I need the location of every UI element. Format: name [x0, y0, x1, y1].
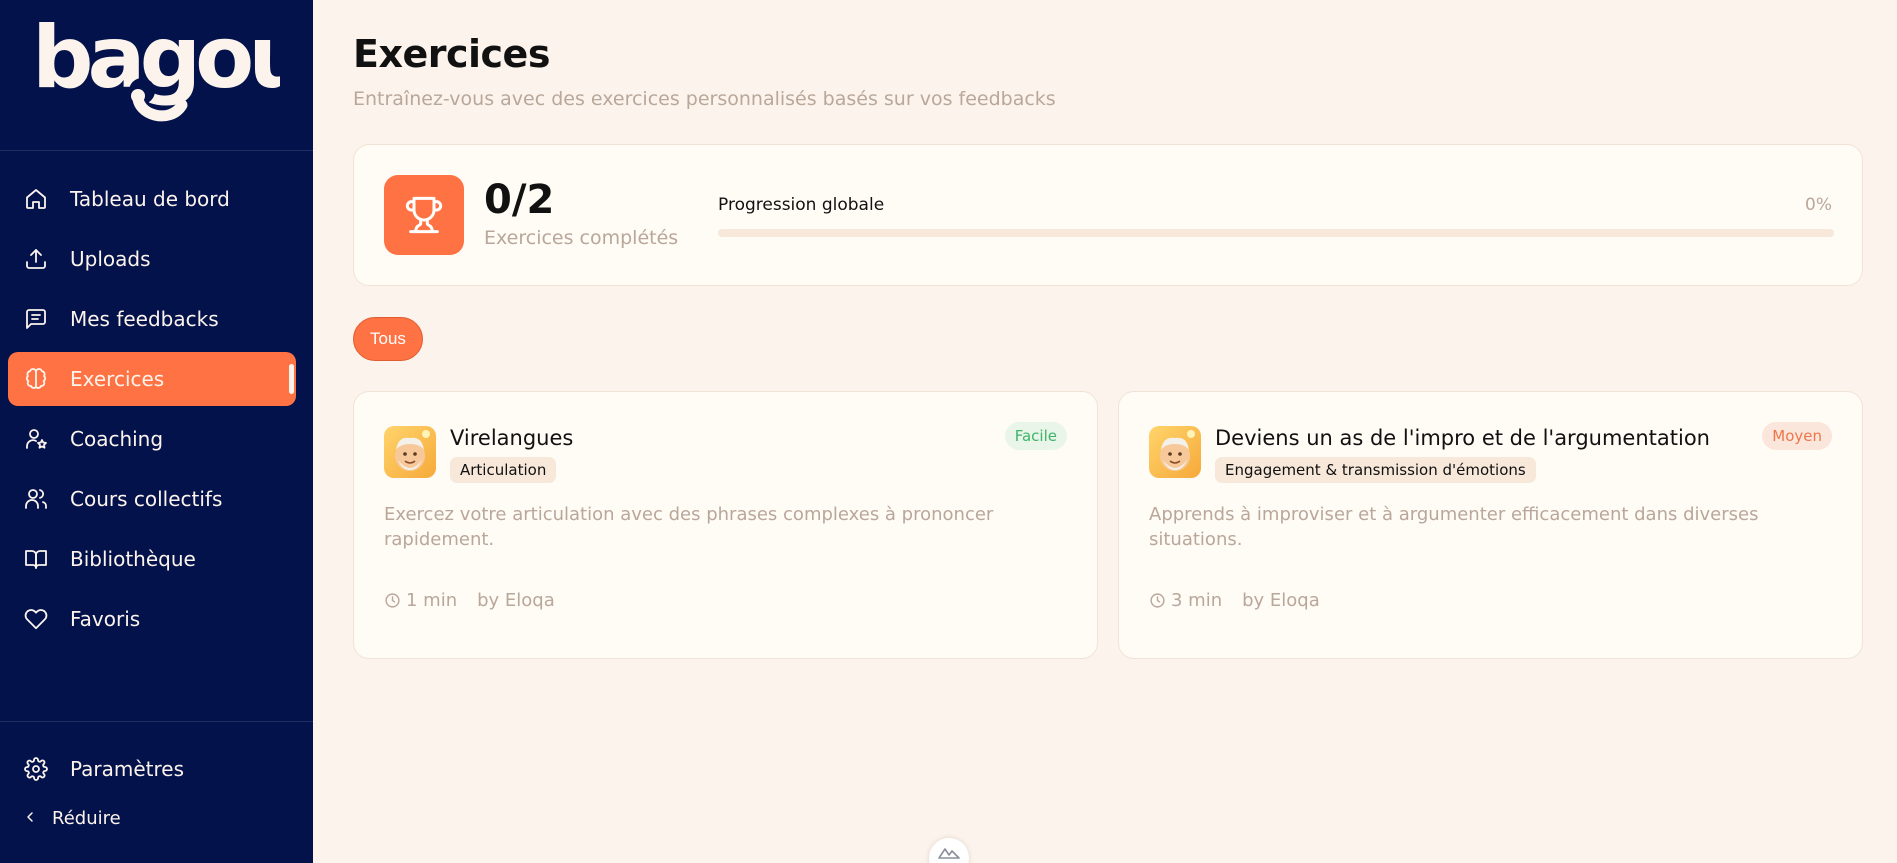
home-icon: [22, 185, 50, 213]
book-open-icon: [22, 545, 50, 573]
exercise-duration: 3 min: [1171, 590, 1223, 611]
devtools-toggle-button[interactable]: [929, 838, 969, 863]
upload-icon: [22, 245, 50, 273]
exercise-description: Exercez votre articulation avec des phra…: [384, 504, 994, 550]
sidebar-item-dashboard[interactable]: Tableau de bord: [8, 172, 296, 226]
message-square-icon: [22, 305, 50, 333]
sidebar-item-uploads[interactable]: Uploads: [8, 232, 296, 286]
mountain-logo-icon: [938, 844, 960, 863]
sidebar-item-exercices[interactable]: Exercices: [8, 352, 296, 406]
sidebar-item-group-courses[interactable]: Cours collectifs: [8, 472, 296, 526]
progress-percentage: 0%: [1805, 195, 1832, 215]
sidebar-item-label: Coaching: [70, 427, 164, 451]
exercise-duration: 1 min: [406, 590, 458, 611]
logo-mark: bagou: [32, 8, 309, 122]
clock-icon: [384, 592, 402, 610]
filter-all-button[interactable]: Tous: [353, 317, 423, 361]
collapse-sidebar-button[interactable]: Réduire: [22, 808, 121, 829]
collapse-label: Réduire: [52, 808, 121, 829]
sidebar-item-library[interactable]: Bibliothèque: [8, 532, 296, 586]
user-star-icon: [22, 425, 50, 453]
brain-icon: [22, 365, 50, 393]
exercise-category-tag: Articulation: [450, 457, 557, 483]
sidebar-item-coaching[interactable]: Coaching: [8, 412, 296, 466]
exercise-card-virelangues[interactable]: Virelangues Articulation Facile Exercez …: [353, 391, 1098, 659]
exercise-author: by Eloqa: [477, 590, 555, 611]
sidebar-divider: [0, 150, 313, 151]
active-indicator: [289, 364, 294, 394]
exercise-meta: 3 min by Eloqa: [1149, 590, 1320, 611]
brand-logo[interactable]: bagou: [30, 8, 309, 130]
sidebar-divider: [0, 721, 313, 722]
coach-avatar: [384, 426, 436, 478]
sidebar-item-label: Uploads: [70, 247, 151, 271]
sidebar-item-label: Favoris: [70, 607, 141, 631]
sidebar-item-label: Tableau de bord: [70, 187, 230, 211]
exercise-title: Deviens un as de l'impro et de l'argumen…: [1215, 426, 1710, 450]
sidebar-item-label: Mes feedbacks: [70, 307, 219, 331]
progress-bar: [718, 229, 1834, 237]
progress-label: Progression globale: [718, 195, 885, 215]
difficulty-badge: Facile: [1004, 422, 1067, 450]
page-title: Exercices: [353, 32, 550, 76]
exercise-author: by Eloqa: [1242, 590, 1320, 611]
sidebar-item-label: Bibliothèque: [70, 547, 196, 571]
users-icon: [22, 485, 50, 513]
exercise-description: Apprends à improviser et à argumenter ef…: [1149, 504, 1759, 550]
exercise-title: Virelangues: [450, 426, 574, 450]
exercise-category-tag: Engagement & transmission d'émotions: [1215, 457, 1536, 483]
exercise-card-impro[interactable]: Deviens un as de l'impro et de l'argumen…: [1118, 391, 1863, 659]
progress-summary-card: 0/2 Exercices complétés Progression glob…: [353, 144, 1863, 286]
completed-count: 0/2: [484, 177, 555, 223]
clock-icon: [1149, 592, 1167, 610]
sidebar-item-label: Cours collectifs: [70, 487, 223, 511]
exercise-meta: 1 min by Eloqa: [384, 590, 555, 611]
completed-label: Exercices complétés: [484, 227, 679, 249]
sidebar-item-feedbacks[interactable]: Mes feedbacks: [8, 292, 296, 346]
heart-icon: [22, 605, 50, 633]
sidebar-item-favorites[interactable]: Favoris: [8, 592, 296, 646]
logo-text: bagou: [32, 15, 280, 108]
difficulty-badge: Moyen: [1762, 422, 1832, 450]
sidebar-item-label: Paramètres: [70, 757, 185, 781]
page-subtitle: Entraînez-vous avec des exercices person…: [353, 88, 1056, 110]
gear-icon: [22, 755, 50, 783]
sidebar-item-settings[interactable]: Paramètres: [8, 742, 296, 796]
sidebar: bagou Tableau de bord Uploads Mes feedba…: [0, 0, 313, 863]
sidebar-item-label: Exercices: [70, 367, 165, 391]
chevron-left-icon: [22, 809, 38, 829]
coach-avatar: [1149, 426, 1201, 478]
trophy-icon: [384, 175, 464, 255]
